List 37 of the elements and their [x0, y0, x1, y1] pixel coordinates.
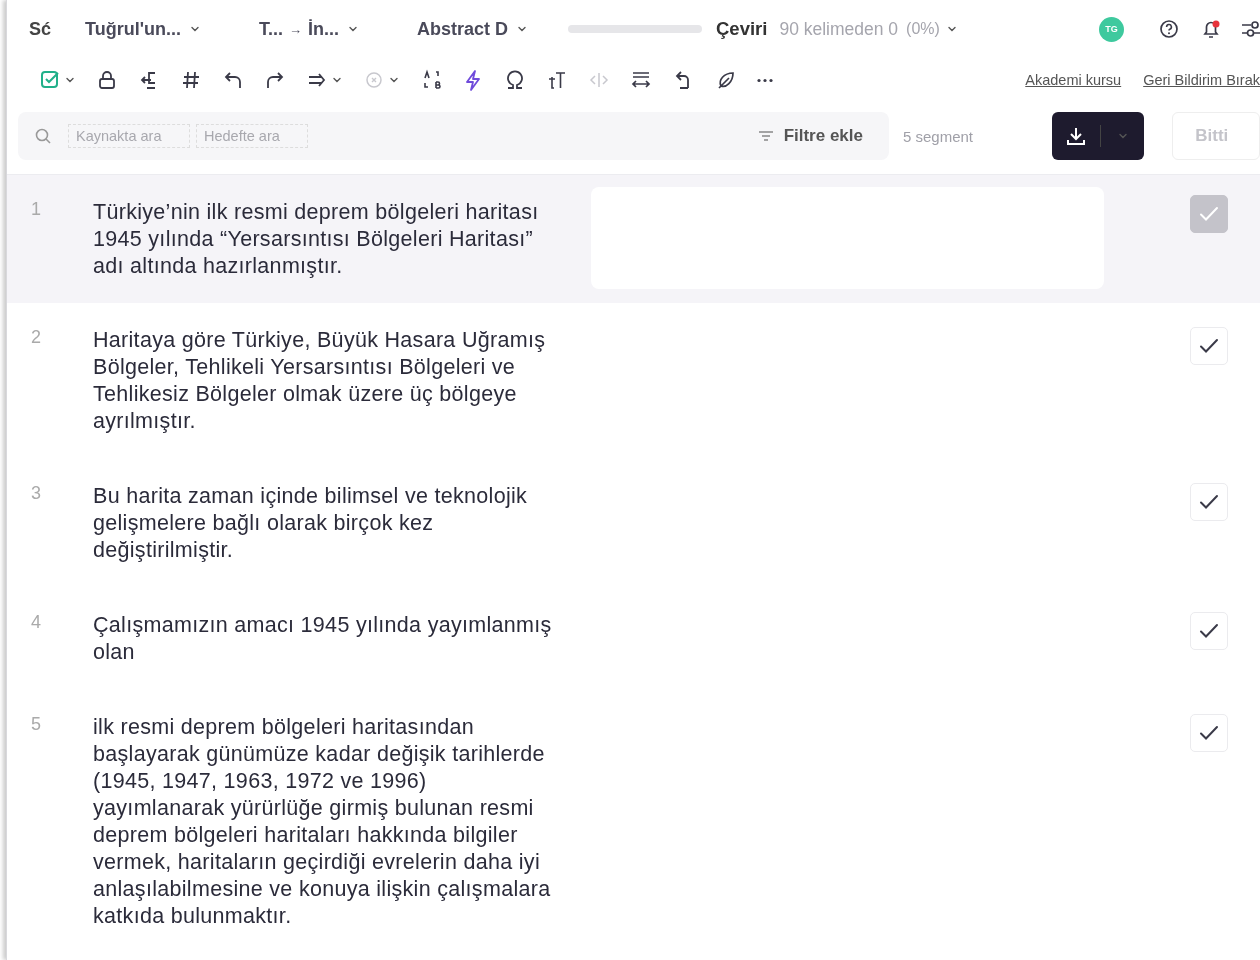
segment-number: 1 [31, 198, 42, 221]
document-dropdown[interactable]: Abstract D [416, 18, 528, 40]
link[interactable]: Akademi kursu [1025, 72, 1122, 88]
source-text: Çalışmamızın amacı 1945 yılında yayımlanmış olan [93, 612, 553, 666]
source-text: Haritaya göre Türkiye, Büyük Hasara Uğramış Bölgeler, Tehlikeli Yersarsıntısı Bölgeleri ve Tehlikesiz Bölgeler olmak üzere üç bölgeye ayrılmıştır. [93, 327, 547, 435]
download-button[interactable] [1051, 112, 1145, 160]
download-icon [1064, 125, 1087, 147]
logo: Sć [29, 18, 53, 40]
search-icon [34, 127, 52, 145]
segment-number: 4 [31, 612, 42, 634]
word-count: 90 kelimeden 0 [779, 18, 899, 40]
filter-icon [757, 129, 774, 143]
source-text: Türkiye’nin ilk resmi deprem bölgeleri haritası 1945 yılında “Yersarsıntısı Bölgeleri Haritası” adı altında hazırlanmıştır. [93, 199, 540, 280]
language-dropdown[interactable]: T... → İn... [258, 18, 359, 40]
settings-icon[interactable] [1240, 18, 1260, 40]
segment-number: 2 [31, 327, 42, 349]
more-icon [756, 77, 774, 83]
close-circle-icon [363, 69, 385, 91]
step-label: Çeviri [716, 18, 768, 40]
help-icon[interactable] [1158, 18, 1180, 40]
check-square-icon [39, 69, 61, 91]
hash-icon [180, 69, 202, 91]
redo-icon [264, 69, 286, 91]
lock-icon [96, 69, 118, 91]
target-search-field[interactable]: Hedefte ara [196, 124, 308, 148]
undo-icon [222, 69, 244, 91]
source-text: ilk resmi deprem bölgeleri haritasından başlayarak günümüze kadar değişik tarihlerde (1945, 1947, 1963, 1972 ve 1996) yayımlanarak yürürlüğe girmiş bulunan resmi deprem bölgeleri haritaları hakkında bilgiler vermek, haritaların geçirdiği evrelerin daha iyi anlaşılabilmesine ve konuya ilişkin çalışmalara katkıda bulunmaktır. [93, 714, 552, 930]
project-dropdown[interactable]: Tuğrul'un... [85, 18, 201, 40]
filter-button[interactable]: Filtre ekle [751, 125, 869, 147]
omega-icon [504, 69, 526, 91]
segment-number: 3 [31, 483, 42, 505]
source-search-field[interactable]: Kaynakta ara [68, 124, 190, 148]
source-text: Bu harita zaman içinde bilimsel ve teknolojik gelişmelere bağlı olarak birçok kez değiştirilmiştir. [93, 483, 529, 564]
segment-number: 5 [31, 714, 42, 736]
link[interactable]: Geri Bildirim Bırak [1143, 72, 1260, 88]
segment-count: 5 segment [903, 127, 975, 145]
text-size-icon [546, 69, 568, 91]
